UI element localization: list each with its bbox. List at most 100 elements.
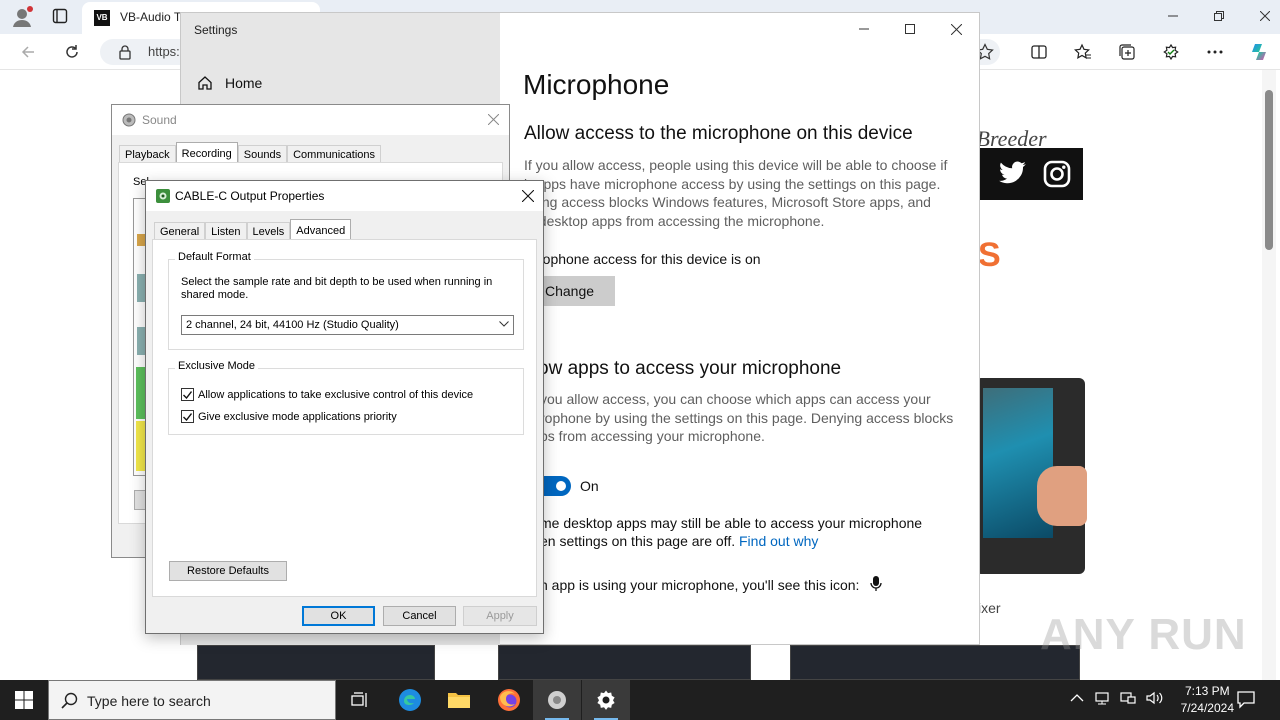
cable-title: CABLE-C Output Properties bbox=[175, 189, 325, 203]
refresh-icon[interactable] bbox=[58, 38, 86, 66]
search-placeholder: Type here to search bbox=[87, 693, 211, 709]
exclusive-control-checkbox[interactable]: Allow applications to take exclusive con… bbox=[181, 388, 473, 401]
checkbox-checked-icon bbox=[181, 388, 194, 401]
exclusive-control-label: Allow applications to take exclusive con… bbox=[198, 388, 474, 401]
more-icon[interactable] bbox=[1201, 38, 1229, 66]
minimize-icon[interactable] bbox=[1150, 0, 1196, 32]
exclusive-mode-group: Exclusive Mode Allow applications to tak… bbox=[168, 360, 524, 435]
taskbar-edge[interactable] bbox=[386, 680, 434, 720]
close-icon[interactable] bbox=[522, 190, 534, 202]
collections-icon[interactable] bbox=[1113, 38, 1141, 66]
edge-icon bbox=[398, 688, 422, 712]
url-text: https: bbox=[148, 44, 180, 59]
ethernet-icon[interactable] bbox=[1120, 690, 1136, 706]
microphone-icon bbox=[870, 576, 882, 592]
twitter-icon[interactable] bbox=[999, 161, 1027, 185]
home-icon bbox=[197, 75, 213, 91]
instagram-icon[interactable] bbox=[1043, 160, 1071, 188]
system-tray bbox=[1070, 690, 1164, 706]
scrollbar-thumb[interactable] bbox=[1265, 90, 1273, 250]
exclusive-mode-legend: Exclusive Mode bbox=[175, 360, 259, 372]
website-thumbnail bbox=[498, 645, 751, 680]
browser-toolbar-icons bbox=[1025, 38, 1273, 66]
taskbar-firefox[interactable] bbox=[485, 680, 533, 720]
format-select[interactable]: 2 channel, 24 bit, 44100 Hz (Studio Qual… bbox=[181, 315, 514, 335]
firefox-icon bbox=[497, 688, 521, 712]
website-thumbnail bbox=[197, 645, 435, 680]
cable-titlebar: CABLE-C Output Properties bbox=[146, 181, 543, 211]
taskbar-search-box[interactable]: Type here to search bbox=[48, 680, 336, 720]
start-button[interactable] bbox=[0, 680, 48, 720]
toggle-state-label: On bbox=[580, 478, 599, 494]
network-icon[interactable] bbox=[1094, 690, 1110, 706]
mic-icon-note: n app is using your microphone, you'll s… bbox=[540, 577, 860, 593]
taskbar-sound[interactable] bbox=[533, 680, 581, 720]
task-view-button[interactable] bbox=[336, 680, 384, 720]
exclusive-priority-checkbox[interactable]: Give exclusive mode applications priorit… bbox=[181, 410, 397, 423]
anyrun-watermark: ANY RUN bbox=[1040, 610, 1247, 659]
website-thumbnail bbox=[790, 645, 1080, 680]
lock-icon bbox=[118, 44, 132, 60]
volume-icon[interactable] bbox=[1146, 690, 1164, 706]
restore-icon[interactable] bbox=[1196, 0, 1242, 32]
close-icon[interactable] bbox=[1242, 0, 1280, 32]
gear-icon bbox=[595, 689, 617, 711]
clock-date: 7/24/2024 bbox=[1180, 701, 1234, 715]
chevron-down-icon bbox=[499, 321, 509, 327]
taskbar-file-explorer[interactable] bbox=[435, 680, 483, 720]
checkbox-checked-icon bbox=[181, 410, 194, 423]
restore-defaults-button[interactable]: Restore Defaults bbox=[169, 561, 287, 581]
folder-icon bbox=[447, 690, 471, 710]
windows-icon bbox=[15, 691, 33, 709]
task-view-icon bbox=[351, 692, 369, 708]
close-icon[interactable] bbox=[488, 114, 499, 125]
website-orange-letter: S bbox=[978, 236, 1001, 274]
notification-icon[interactable] bbox=[1236, 689, 1256, 709]
device-access-status: rophone access for this device is on bbox=[538, 251, 761, 267]
page-title: Microphone bbox=[523, 69, 670, 100]
section-app-access-title: ow apps to access your microphone bbox=[538, 358, 842, 379]
format-select-value: 2 channel, 24 bit, 44100 Hz (Studio Qual… bbox=[186, 319, 399, 331]
speaker-icon bbox=[546, 689, 568, 711]
browser-window-controls bbox=[1150, 0, 1280, 32]
browser-essentials-icon[interactable] bbox=[1157, 38, 1185, 66]
settings-content: Microphone Allow access to the microphon… bbox=[501, 13, 979, 645]
clock-time: 7:13 PM bbox=[1184, 684, 1230, 698]
default-format-legend: Default Format bbox=[175, 251, 254, 263]
profile-icon[interactable] bbox=[10, 5, 34, 29]
tab-favicon: VB bbox=[94, 10, 110, 26]
sound-titlebar: Sound bbox=[112, 105, 509, 135]
taskbar-clock[interactable]: 7:13 PM 7/24/2024 bbox=[1181, 683, 1234, 717]
copilot-icon[interactable] bbox=[1245, 38, 1273, 66]
advanced-panel: Default Format Select the sample rate an… bbox=[152, 239, 537, 597]
sound-title: Sound bbox=[142, 113, 177, 127]
website-mixer-text: ixer bbox=[978, 600, 1001, 616]
mixer-device-image bbox=[975, 378, 1087, 574]
apply-button[interactable]: Apply bbox=[463, 606, 537, 626]
section-app-access-desc: you allow access, you can choose which a… bbox=[540, 391, 954, 444]
favorites-icon[interactable] bbox=[1069, 38, 1097, 66]
back-icon[interactable] bbox=[14, 38, 42, 66]
sidebar-item-home[interactable]: Home bbox=[197, 75, 262, 91]
search-icon bbox=[61, 692, 78, 709]
hand-image bbox=[1037, 466, 1087, 526]
exclusive-priority-label: Give exclusive mode applications priorit… bbox=[198, 410, 397, 423]
default-format-group: Default Format Select the sample rate an… bbox=[168, 251, 524, 350]
tab-advanced[interactable]: Advanced bbox=[290, 219, 352, 241]
desktop-apps-note-line2: en settings on this page are off. Find o… bbox=[540, 532, 818, 550]
desktop-apps-note-text: en settings on this page are off. bbox=[540, 533, 736, 549]
speaker-icon bbox=[122, 113, 136, 127]
page-scrollbar[interactable] bbox=[1262, 70, 1276, 680]
ok-button[interactable]: OK bbox=[302, 606, 375, 626]
tab-recording[interactable]: Recording bbox=[175, 142, 238, 164]
chevron-up-icon[interactable] bbox=[1070, 693, 1084, 703]
split-screen-icon[interactable] bbox=[1025, 38, 1053, 66]
cable-properties-dialog: CABLE-C Output Properties General Listen… bbox=[145, 180, 544, 634]
cancel-button[interactable]: Cancel bbox=[383, 606, 456, 626]
settings-title: Settings bbox=[194, 23, 238, 37]
desktop-apps-note: me desktop apps may still be able to acc… bbox=[540, 515, 923, 531]
taskbar-settings[interactable] bbox=[582, 680, 630, 720]
tab-actions-icon[interactable] bbox=[52, 8, 68, 24]
default-format-desc: Select the sample rate and bit depth to … bbox=[181, 276, 493, 301]
find-out-why-link[interactable]: Find out why bbox=[739, 533, 818, 549]
